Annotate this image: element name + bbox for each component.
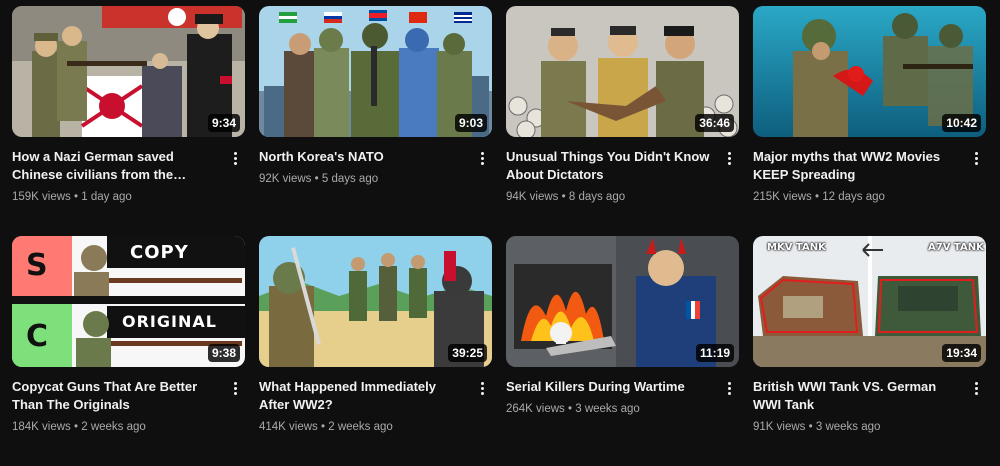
video-stats: 94K views • 8 days ago: [506, 189, 713, 205]
separator-dot: •: [321, 421, 326, 433]
upload-age: 3 weeks ago: [575, 403, 640, 415]
view-count: 92K views: [259, 173, 312, 185]
upload-age: 2 weeks ago: [328, 421, 393, 433]
video-meta: Unusual Things You Didn't Know About Dic…: [506, 137, 739, 205]
upload-age: 2 weeks ago: [81, 421, 146, 433]
video-thumbnail[interactable]: 9:34: [12, 6, 245, 137]
video-card: MKV TANK A7V TANK 19:34 British WWI Tank…: [753, 236, 986, 466]
video-card: 36:46 Unusual Things You Didn't Know Abo…: [506, 6, 739, 236]
more-options-icon[interactable]: [966, 377, 986, 399]
more-options-icon[interactable]: [225, 147, 245, 169]
more-options-icon[interactable]: [472, 377, 492, 399]
video-card: 9:34 How a Nazi German saved Chinese civ…: [12, 6, 245, 236]
more-options-icon[interactable]: [719, 377, 739, 399]
video-stats: 414K views • 2 weeks ago: [259, 419, 466, 435]
video-thumbnail[interactable]: MKV TANK A7V TANK 19:34: [753, 236, 986, 367]
video-meta: British WWI Tank VS. German WWI Tank 91K…: [753, 367, 986, 435]
view-count: 91K views: [753, 421, 806, 433]
more-options-icon[interactable]: [966, 147, 986, 169]
video-title[interactable]: Serial Killers During Wartime: [506, 378, 713, 396]
video-title[interactable]: Unusual Things You Didn't Know About Dic…: [506, 148, 713, 184]
more-options-icon[interactable]: [472, 147, 492, 169]
view-count: 215K views: [753, 191, 812, 203]
video-title[interactable]: North Korea's NATO: [259, 148, 466, 166]
view-count: 94K views: [506, 191, 559, 203]
video-thumbnail[interactable]: 10:42: [753, 6, 986, 137]
video-stats: 159K views • 1 day ago: [12, 189, 219, 205]
upload-age: 8 days ago: [568, 191, 626, 203]
video-meta: Major myths that WW2 Movies KEEP Spreadi…: [753, 137, 986, 205]
video-card: 9:03 North Korea's NATO 92K views • 5 da…: [259, 6, 492, 236]
separator-dot: •: [314, 173, 319, 185]
video-thumbnail[interactable]: S C COPY ORIGINAL 9:38: [12, 236, 245, 367]
video-card: S C COPY ORIGINAL 9:38 Copycat Guns That…: [12, 236, 245, 466]
video-meta: Copycat Guns That Are Better Than The Or…: [12, 367, 245, 435]
separator-dot: •: [808, 421, 813, 433]
video-duration: 11:19: [695, 344, 734, 362]
view-count: 184K views: [12, 421, 71, 433]
upload-age: 1 day ago: [81, 191, 132, 203]
video-duration: 9:03: [454, 114, 487, 132]
video-duration: 9:38: [207, 344, 240, 362]
video-title[interactable]: Major myths that WW2 Movies KEEP Spreadi…: [753, 148, 960, 184]
mkv-tank-label: MKV TANK: [767, 242, 826, 253]
upload-age: 3 weeks ago: [815, 421, 881, 433]
video-duration: 19:34: [942, 344, 981, 362]
view-count: 159K views: [12, 191, 71, 203]
video-thumbnail[interactable]: 11:19: [506, 236, 739, 367]
video-card: 11:19 Serial Killers During Wartime 264K…: [506, 236, 739, 466]
video-stats: 91K views • 3 weeks ago: [753, 419, 960, 435]
more-options-icon[interactable]: [225, 377, 245, 399]
separator-dot: •: [561, 191, 566, 203]
video-thumbnail[interactable]: 9:03: [259, 6, 492, 137]
separator-dot: •: [815, 191, 820, 203]
video-meta: How a Nazi German saved Chinese civilian…: [12, 137, 245, 205]
video-meta: Serial Killers During Wartime 264K views…: [506, 367, 739, 417]
video-duration: 39:25: [448, 344, 487, 362]
upload-age: 12 days ago: [822, 191, 885, 203]
video-thumbnail[interactable]: 39:25: [259, 236, 492, 367]
tier-s-label: S: [26, 248, 48, 283]
view-count: 414K views: [259, 421, 318, 433]
view-count: 264K views: [506, 403, 565, 415]
upload-age: 5 days ago: [321, 173, 379, 185]
more-options-icon[interactable]: [719, 147, 739, 169]
original-label: ORIGINAL: [122, 312, 217, 331]
video-title[interactable]: Copycat Guns That Are Better Than The Or…: [12, 378, 219, 414]
video-thumbnail[interactable]: 36:46: [506, 6, 739, 137]
video-card: 10:42 Major myths that WW2 Movies KEEP S…: [753, 6, 986, 236]
video-title[interactable]: British WWI Tank VS. German WWI Tank: [753, 378, 960, 414]
video-stats: 264K views • 3 weeks ago: [506, 401, 713, 417]
video-meta: What Happened Immediately After WW2? 414…: [259, 367, 492, 435]
video-duration: 36:46: [695, 114, 734, 132]
video-card: 39:25 What Happened Immediately After WW…: [259, 236, 492, 466]
video-stats: 215K views • 12 days ago: [753, 189, 960, 205]
video-meta: North Korea's NATO 92K views • 5 days ag…: [259, 137, 492, 187]
separator-dot: •: [74, 421, 79, 433]
video-duration: 9:34: [207, 114, 240, 132]
video-duration: 10:42: [942, 114, 981, 132]
a7v-tank-label: A7V TANK: [928, 242, 984, 253]
tier-c-label: C: [26, 319, 49, 354]
video-stats: 92K views • 5 days ago: [259, 171, 466, 187]
separator-dot: •: [74, 191, 79, 203]
video-stats: 184K views • 2 weeks ago: [12, 419, 219, 435]
video-title[interactable]: How a Nazi German saved Chinese civilian…: [12, 148, 219, 184]
video-title[interactable]: What Happened Immediately After WW2?: [259, 378, 466, 414]
separator-dot: •: [568, 403, 573, 415]
video-grid: 9:34 How a Nazi German saved Chinese civ…: [12, 6, 986, 466]
copy-label: COPY: [130, 242, 189, 263]
